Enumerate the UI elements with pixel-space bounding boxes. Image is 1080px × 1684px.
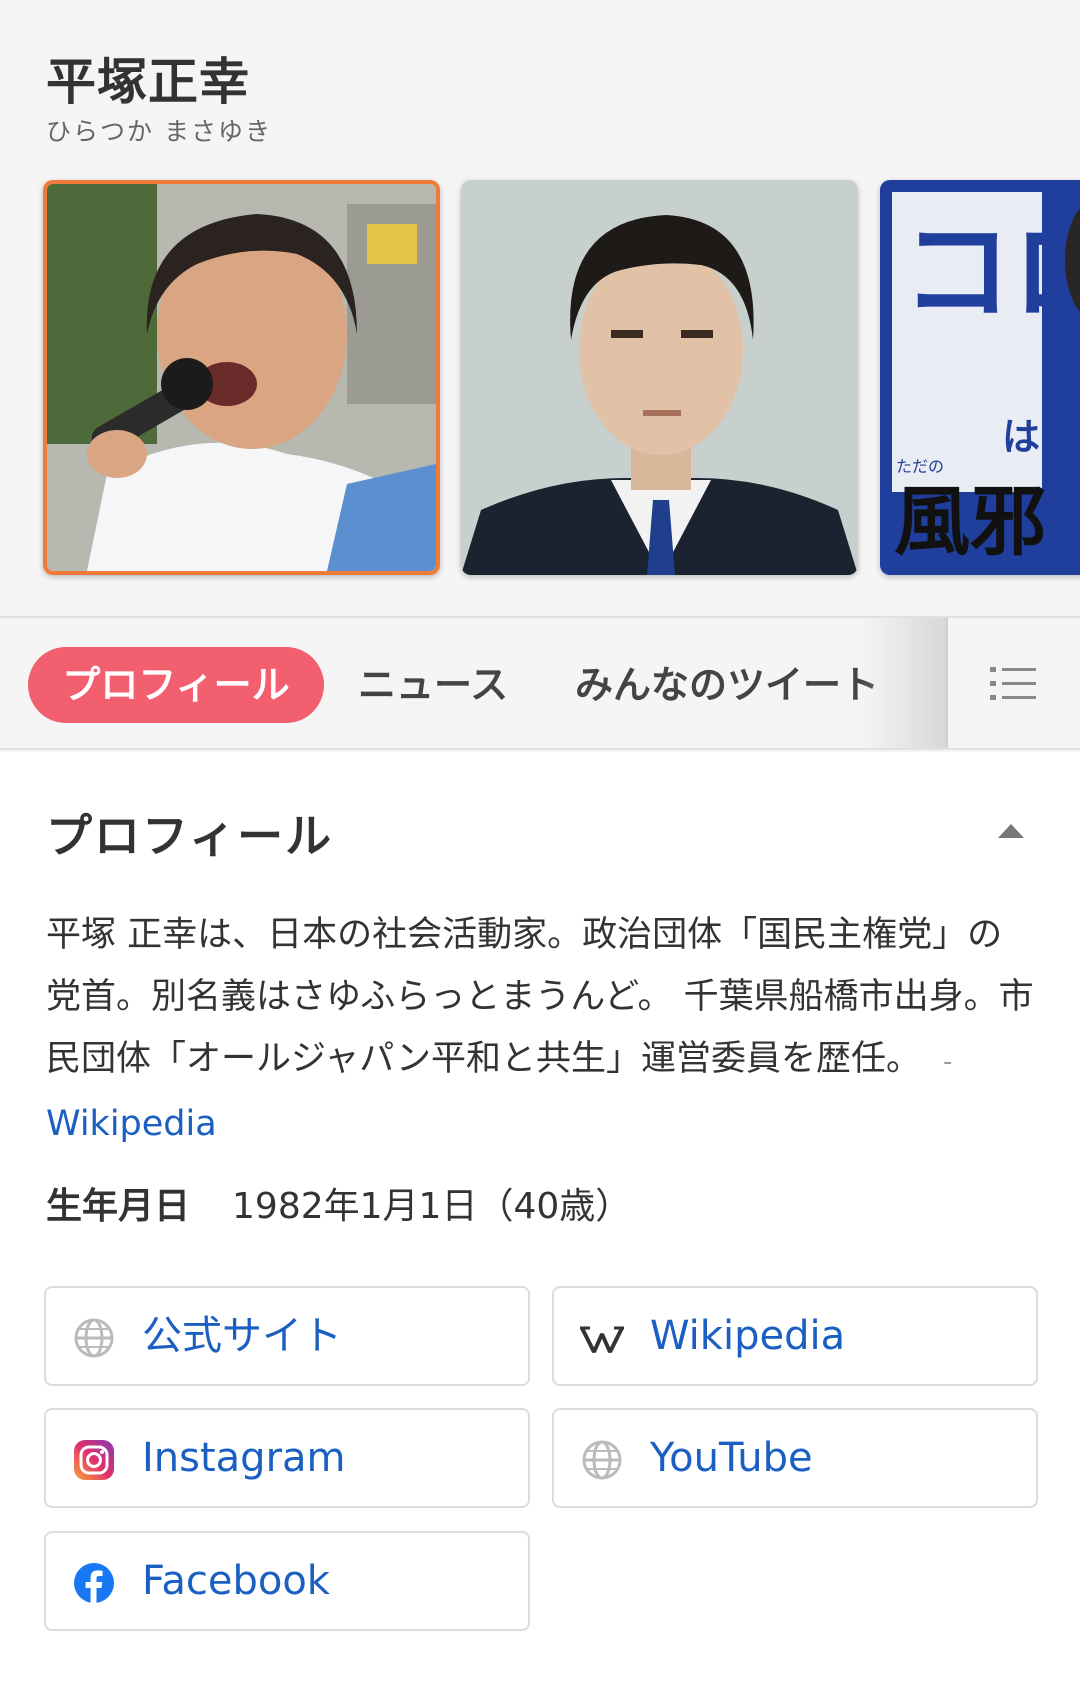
official-site-label: 公式サイト [142, 1313, 342, 1359]
poster-text-small: は [1002, 415, 1040, 459]
instagram-label: Instagram [142, 1435, 346, 1481]
section-tab-bar: プロフィール ニュース みんなのツイート [0, 616, 1080, 750]
profile-description: 平塚 正幸は、日本の社会活動家。政治団体「国民主権党」の党首。別名義はさゆふらっ… [46, 904, 1036, 1155]
image-thumbnail-3[interactable]: コロナ は ただの 風邪 [880, 180, 1080, 575]
facebook-label: Facebook [142, 1558, 330, 1604]
image-thumbnail-1[interactable] [43, 180, 440, 575]
section-title: プロフィール [46, 809, 334, 863]
poster-text-pre: ただの [896, 457, 944, 476]
tab-tweets[interactable]: みんなのツイート [575, 647, 879, 723]
birth-label: 生年月日 [46, 1186, 191, 1227]
knowledge-panel-header: 平塚正幸 ひらつか まさゆき コロ は ただの 風邪 [0, 0, 1080, 615]
tab-divider [946, 618, 948, 748]
collapse-arrow-icon[interactable] [998, 824, 1024, 838]
profile-section: プロフィール 平塚 正幸は、日本の社会活動家。政治団体「国民主権党」の党首。別名… [0, 752, 1080, 1684]
person-name: 平塚正幸 [46, 53, 250, 111]
youtube-button[interactable]: YouTube [552, 1408, 1038, 1508]
facebook-button[interactable]: Facebook [44, 1531, 530, 1631]
birth-value: 1982年1月1日（40歳） [232, 1186, 632, 1227]
tab-scroll-fade [860, 618, 946, 748]
youtube-label: YouTube [650, 1435, 813, 1481]
instagram-button[interactable]: Instagram [44, 1408, 530, 1508]
official-site-button[interactable]: 公式サイト [44, 1286, 530, 1386]
birth-row: 生年月日 1982年1月1日（40歳） [46, 1177, 631, 1229]
poster-text-main: コロナ [902, 208, 1080, 336]
globe-icon [74, 1318, 114, 1358]
facebook-icon [74, 1563, 114, 1603]
wikipedia-button[interactable]: Wikipedia [552, 1286, 1038, 1386]
list-menu-icon[interactable] [990, 664, 1038, 704]
description-text: 平塚 正幸は、日本の社会活動家。政治団体「国民主権党」の党首。別名義はさゆふらっ… [46, 915, 1034, 1079]
tab-news[interactable]: ニュース [358, 647, 508, 723]
image-thumbnail-2[interactable] [461, 180, 858, 575]
instagram-icon [74, 1440, 114, 1480]
tab-profile[interactable]: プロフィール [28, 647, 324, 723]
globe-icon [582, 1440, 622, 1480]
source-link[interactable]: Wikipedia [46, 1104, 217, 1144]
wikipedia-icon [580, 1326, 624, 1353]
wikipedia-label: Wikipedia [650, 1313, 846, 1359]
poster-text-bottom: 風邪 [894, 477, 1046, 566]
person-name-reading: ひらつか まさゆき [46, 117, 272, 146]
source-separator: - [943, 1047, 953, 1077]
